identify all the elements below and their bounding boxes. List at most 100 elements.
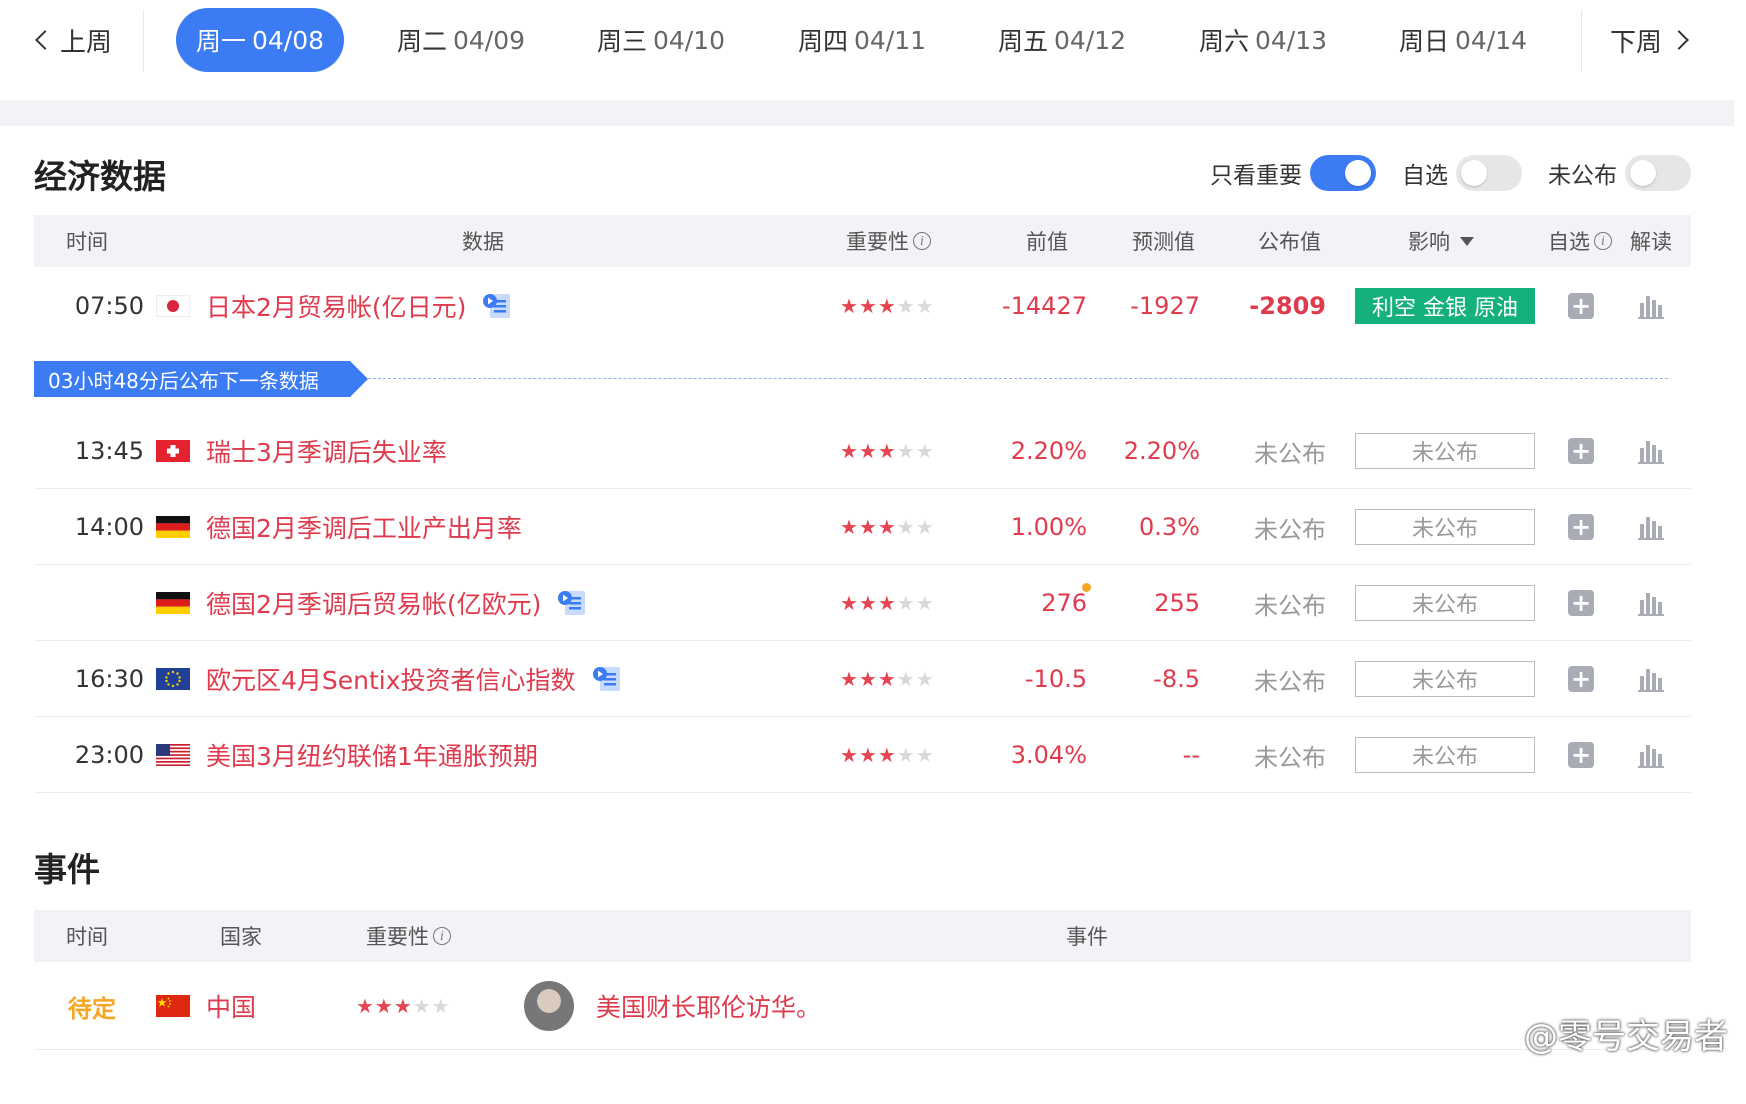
impact-badge[interactable]: 利空 金银 原油	[1355, 288, 1535, 324]
indicator-name[interactable]: 美国3月纽约联储1年通胀预期	[206, 717, 538, 793]
col-importance: 重要性 i	[366, 910, 451, 962]
countdown-label: 03小时48分后公布下一条数据	[34, 361, 368, 397]
add-watch-icon[interactable]: +	[1568, 514, 1594, 540]
table-row: 14:00 德国2月季调后工业产出月率 ★★★ ★★ 1.00% 0.3% 未公布…	[34, 489, 1691, 565]
col-actual: 公布值	[1258, 230, 1321, 254]
china-flag-icon	[156, 995, 190, 1017]
bar-chart-icon[interactable]	[1638, 268, 1664, 344]
day-tab-sat[interactable]: 周六 04/13	[1179, 8, 1347, 72]
actual-value: 未公布	[1254, 743, 1326, 772]
info-icon[interactable]: i	[1594, 232, 1612, 250]
day-tab-mon[interactable]: 周一 04/08	[176, 8, 344, 72]
germany-flag-icon	[156, 592, 190, 614]
doc-play-icon[interactable]	[557, 589, 587, 617]
bar-chart-icon[interactable]	[1638, 717, 1664, 793]
add-watch-icon[interactable]: +	[1568, 293, 1594, 319]
indicator-name[interactable]: 德国2月季调后工业产出月率	[206, 489, 522, 565]
germany-flag-icon	[156, 516, 190, 538]
econ-section-title: 经济数据	[34, 157, 166, 196]
actual-value: 未公布	[1254, 515, 1326, 544]
week-nav: 上周 周一 04/08 周二 04/09 周三 04/10 周四 04/11 周五 04/…	[0, 0, 1746, 100]
previous-value: -10.5	[1024, 665, 1087, 693]
previous-value: -14427	[1001, 292, 1087, 320]
importance-stars: ★★★ ★★	[840, 667, 935, 691]
day-tab-thu[interactable]: 周四 04/11	[778, 8, 946, 72]
doc-play-icon[interactable]	[592, 665, 622, 693]
importance-stars: ★★★ ★★	[840, 591, 935, 615]
col-watch: 自选 i	[1548, 215, 1612, 267]
col-event: 事件	[1066, 925, 1108, 949]
col-analysis: 解读	[1630, 230, 1672, 254]
row-time: 14:00	[74, 513, 144, 541]
impact-pending: 未公布	[1355, 737, 1535, 773]
impact-pending: 未公布	[1355, 433, 1535, 469]
switch-knob	[1630, 160, 1656, 186]
day-tab-wed[interactable]: 周三 04/10	[577, 8, 745, 72]
event-title[interactable]: 美国财长耶伦访华。	[596, 962, 821, 1050]
impact-cell: 未公布	[1355, 717, 1535, 793]
table-row: 07:50 日本2月贸易帐(亿日元) ★★★ ★★ -14427 -1927 -2…	[34, 268, 1691, 344]
row-time: 07:50	[74, 292, 144, 320]
bar-chart-icon[interactable]	[1638, 565, 1664, 641]
add-watch-icon[interactable]: +	[1568, 590, 1594, 616]
info-icon[interactable]: i	[433, 927, 451, 945]
prev-week-button[interactable]: 上周	[35, 0, 112, 80]
forecast-value: -1927	[1130, 292, 1200, 320]
table-row: 13:45 瑞士3月季调后失业率 ★★★ ★★ 2.20% 2.20% 未公布 未…	[34, 413, 1691, 489]
col-country: 国家	[220, 925, 262, 949]
toggle-unpublished[interactable]: 未公布	[1548, 155, 1691, 191]
switch-off[interactable]	[1456, 155, 1522, 191]
indicator-name[interactable]: 德国2月季调后贸易帐(亿欧元)	[206, 565, 587, 641]
previous-value: 1.00%	[1010, 513, 1087, 541]
col-data: 数据	[462, 230, 504, 254]
event-avatar	[524, 962, 574, 1050]
impact-cell: 未公布	[1355, 565, 1535, 641]
add-watch-icon[interactable]: +	[1568, 438, 1594, 464]
impact-cell: 未公布	[1355, 413, 1535, 489]
indicator-name[interactable]: 日本2月贸易帐(亿日元)	[206, 268, 512, 344]
col-time: 时间	[66, 925, 108, 949]
divider	[143, 10, 144, 72]
revision-dot	[1082, 583, 1091, 592]
table-row: 23:00 美国3月纽约联储1年通胀预期 ★★★ ★★ 3.04% -- 未公布 …	[34, 717, 1691, 793]
row-time	[34, 565, 144, 641]
doc-play-icon[interactable]	[482, 292, 512, 320]
forecast-value: 0.3%	[1139, 513, 1200, 541]
previous-value: 2.20%	[1010, 437, 1087, 465]
indicator-name[interactable]: 瑞士3月季调后失业率	[206, 413, 447, 489]
impact-cell: 利空 金银 原油	[1355, 268, 1535, 344]
switch-knob	[1345, 160, 1371, 186]
add-watch-icon[interactable]: +	[1568, 666, 1594, 692]
bar-chart-icon[interactable]	[1638, 489, 1664, 565]
impact-pending: 未公布	[1355, 585, 1535, 621]
toggle-watchlist[interactable]: 自选	[1402, 155, 1522, 191]
forecast-value: 2.20%	[1123, 437, 1200, 465]
col-forecast: 预测值	[1132, 230, 1195, 254]
col-importance: 重要性 i	[846, 215, 931, 267]
col-previous: 前值	[1026, 230, 1068, 254]
filter-toggles: 只看重要 自选 未公布	[1184, 155, 1691, 191]
bar-chart-icon[interactable]	[1638, 641, 1664, 717]
switch-off[interactable]	[1625, 155, 1691, 191]
event-country: 中国	[206, 993, 257, 1022]
col-impact-sort[interactable]: 影响	[1408, 215, 1474, 267]
indicator-name[interactable]: 欧元区4月Sentix投资者信心指数	[206, 641, 622, 717]
divider	[1581, 10, 1582, 72]
table-row: 德国2月季调后贸易帐(亿欧元) ★★★ ★★ 276 255 未公布 未公布 +	[34, 565, 1691, 641]
watermark: @零号交易者	[1524, 1017, 1728, 1057]
day-tab-tue[interactable]: 周二 04/09	[377, 8, 545, 72]
next-week-button[interactable]: 下周	[1610, 0, 1689, 80]
importance-stars: ★★★ ★★	[840, 743, 935, 767]
importance-stars: ★★★ ★★	[356, 994, 451, 1018]
info-icon[interactable]: i	[913, 232, 931, 250]
day-tab-fri[interactable]: 周五 04/12	[978, 8, 1146, 72]
econ-table-header: 时间 数据 重要性 i 前值 预测值 公布值 影响 自选 i 解读	[34, 215, 1691, 267]
section-divider	[0, 100, 1734, 126]
add-watch-icon[interactable]: +	[1568, 742, 1594, 768]
bar-chart-icon[interactable]	[1638, 413, 1664, 489]
impact-cell: 未公布	[1355, 489, 1535, 565]
day-tab-sun[interactable]: 周日 04/14	[1379, 8, 1547, 72]
actual-value: 未公布	[1254, 591, 1326, 620]
switch-on[interactable]	[1310, 155, 1376, 191]
toggle-important-only[interactable]: 只看重要	[1210, 155, 1376, 191]
